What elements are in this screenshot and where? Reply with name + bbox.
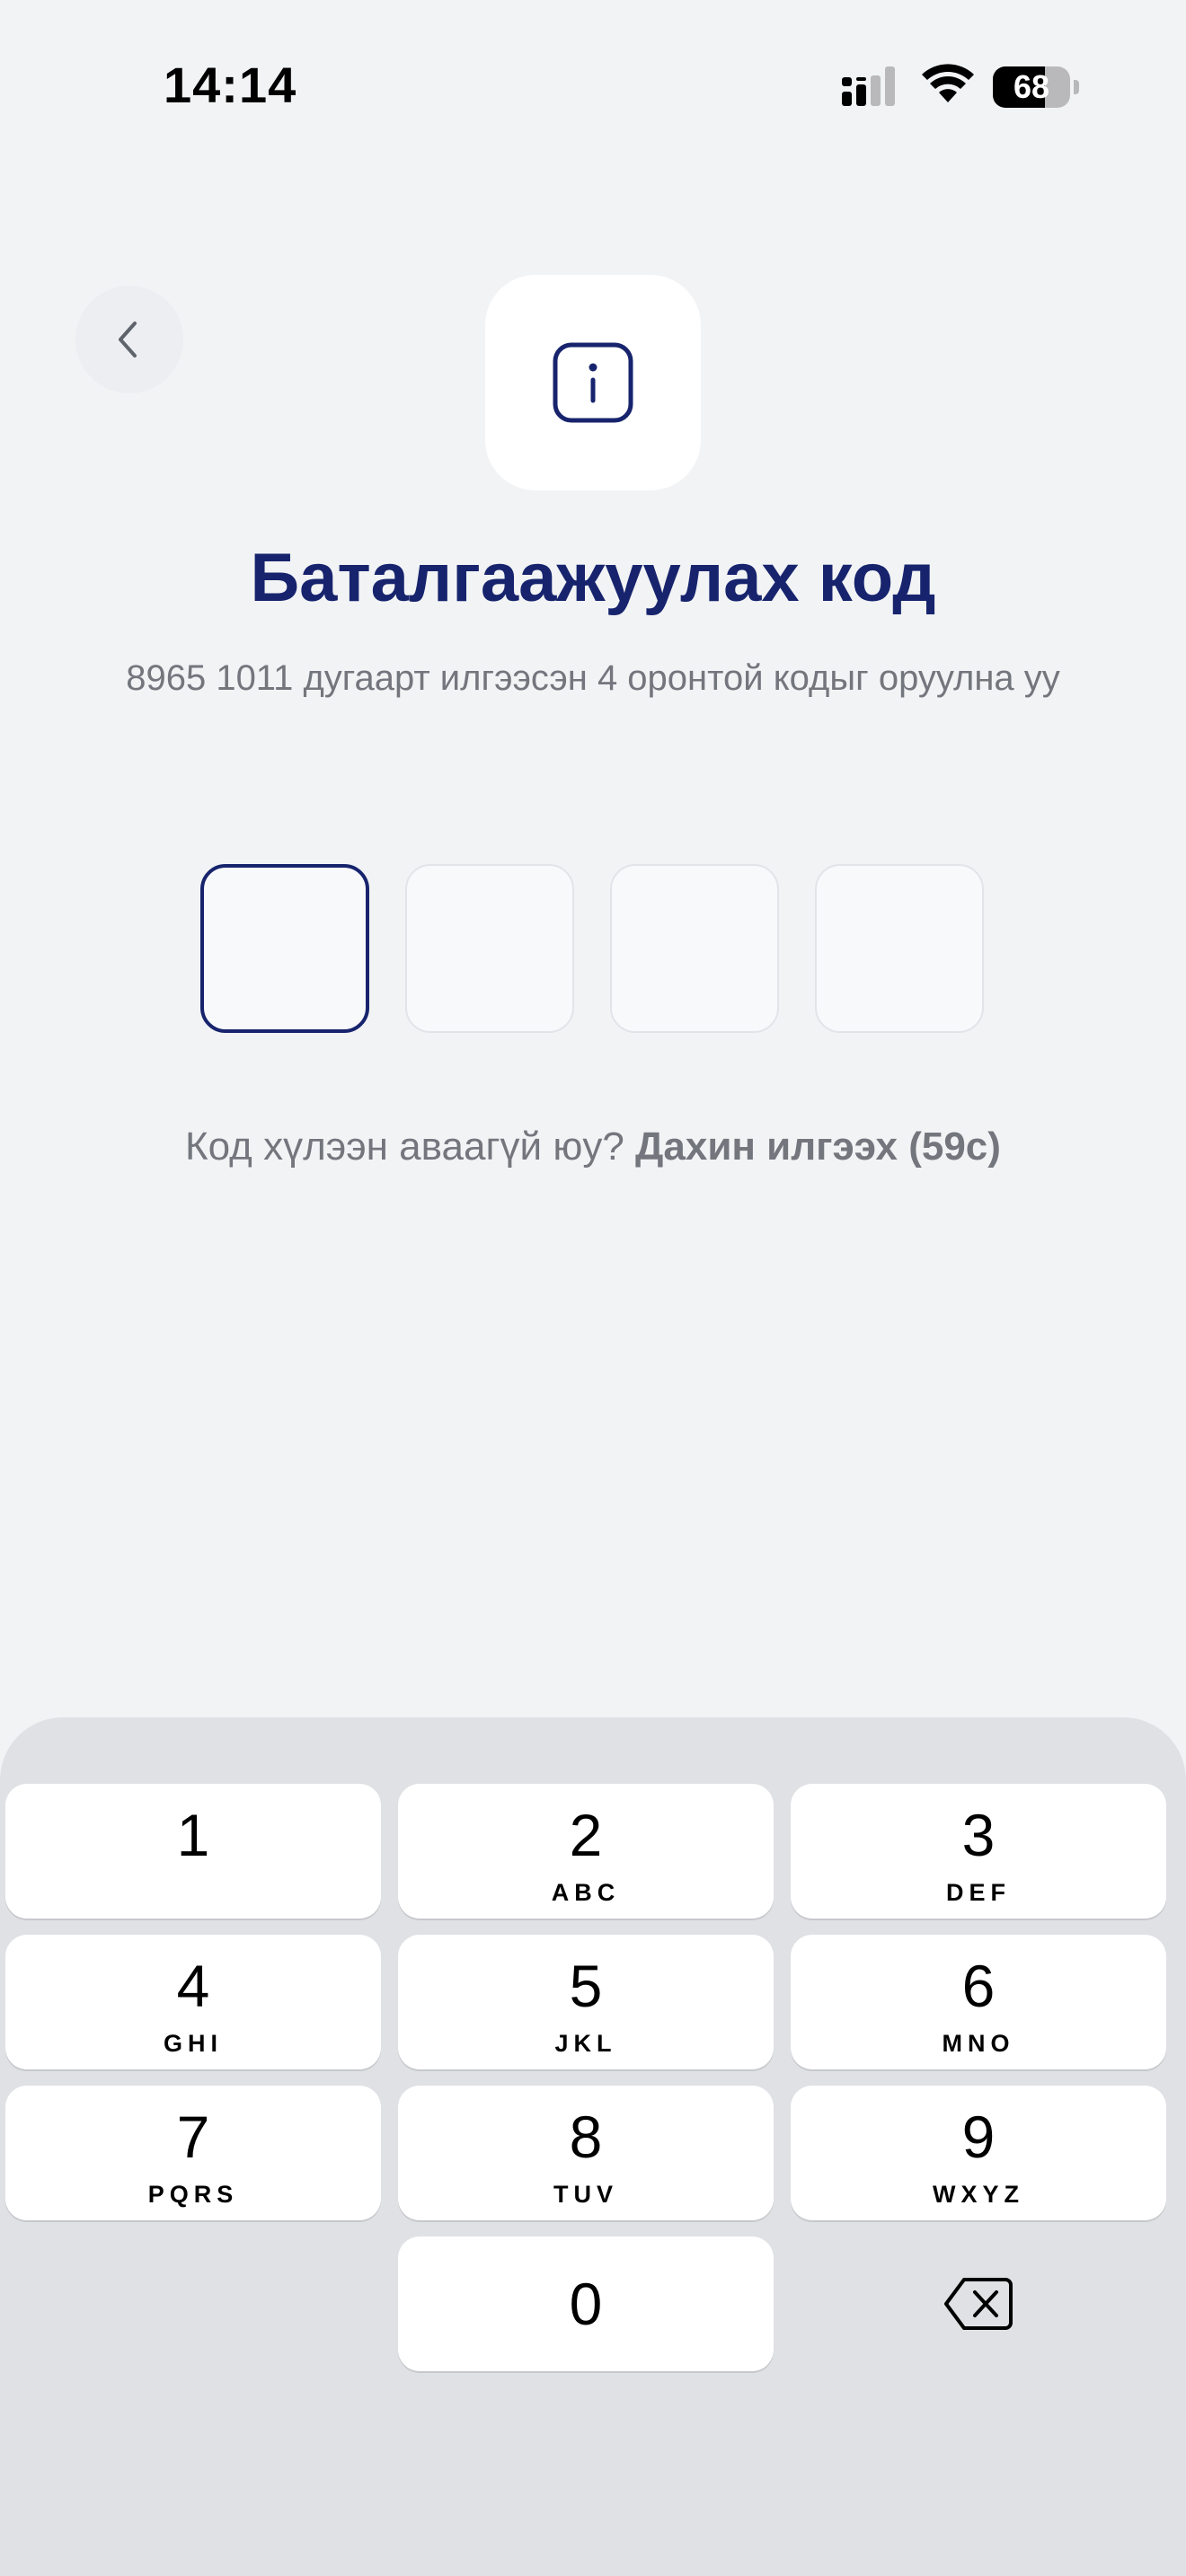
info-icon <box>553 342 633 423</box>
back-button[interactable] <box>75 286 183 393</box>
code-input-row[interactable] <box>0 864 1186 1037</box>
key-6[interactable]: 6 MNO <box>791 1935 1166 2069</box>
code-digit-box-4[interactable] <box>815 864 984 1033</box>
chevron-left-icon <box>119 322 137 357</box>
page-title: Баталгаажуулах код <box>250 540 936 616</box>
key-2[interactable]: 2 ABC <box>398 1784 774 1919</box>
cellular-signal-icon <box>842 66 895 106</box>
key-4[interactable]: 4 GHI <box>5 1935 381 2069</box>
key-9[interactable]: 9 WXYZ <box>791 2086 1166 2220</box>
otp-screen: 14:14 68 Баталгаажуулах код 8965 1011 ду… <box>0 0 1186 2576</box>
key-7[interactable]: 7 PQRS <box>5 2086 381 2220</box>
key-0[interactable]: 0 <box>398 2236 774 2371</box>
backspace-icon <box>944 2278 1013 2330</box>
code-digit-box-3[interactable] <box>610 864 779 1033</box>
status-time: 14:14 <box>164 57 297 113</box>
key-5[interactable]: 5 JKL <box>398 1935 774 2069</box>
resend-prompt: Код хүлээн аваагүй юу? <box>185 1125 624 1169</box>
header-icon-tile <box>485 275 701 490</box>
numeric-keypad: 1 2 ABC 3 DEF 4 GHI 5 JKL 6 MNO 7 PQRS 8 <box>0 1717 1186 2576</box>
battery-indicator: 68 <box>993 66 1079 108</box>
code-digit-box-2[interactable] <box>405 864 574 1033</box>
page-subtitle: 8965 1011 дугаарт илгээсэн 4 оронтой код… <box>126 658 1060 698</box>
wifi-icon <box>922 64 974 102</box>
resend-button[interactable]: Дахин илгээх (59с) <box>635 1125 1001 1169</box>
battery-percent: 68 <box>1013 68 1050 105</box>
key-1[interactable]: 1 <box>5 1784 381 1919</box>
delete-key[interactable] <box>791 2236 1166 2371</box>
key-3[interactable]: 3 DEF <box>791 1784 1166 1919</box>
key-8[interactable]: 8 TUV <box>398 2086 774 2220</box>
code-digit-box-1[interactable] <box>200 864 369 1033</box>
status-icons: 68 <box>840 59 1083 113</box>
resend-line: Код хүлээн аваагүй юу? Дахин илгээх (59с… <box>0 1125 1186 1169</box>
